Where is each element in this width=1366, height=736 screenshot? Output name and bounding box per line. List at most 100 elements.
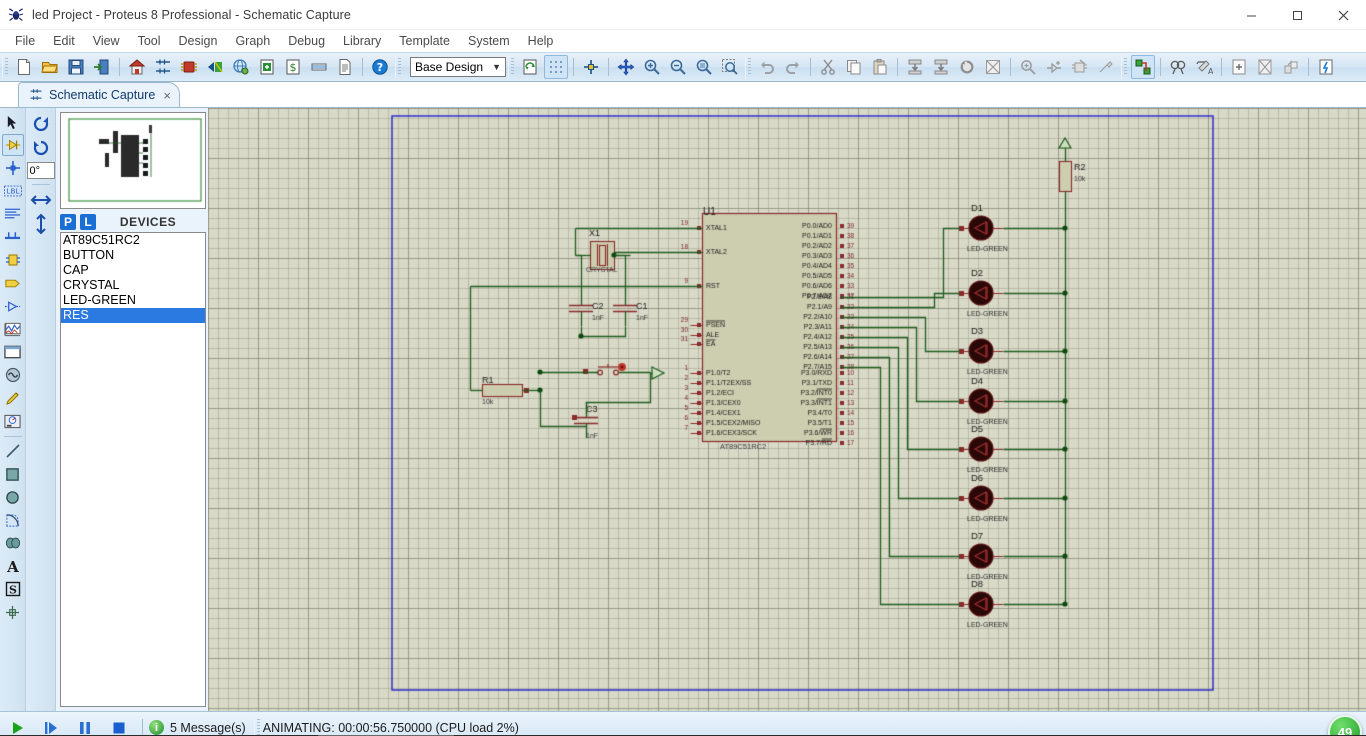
zoom-out-icon[interactable] — [666, 55, 690, 79]
stop-simulation-button[interactable] — [102, 714, 136, 736]
menu-debug[interactable]: Debug — [279, 32, 334, 50]
list-item[interactable]: LED-GREEN — [61, 293, 205, 308]
bom-cost-icon[interactable]: $ — [281, 55, 305, 79]
generator-mode-icon[interactable] — [2, 364, 24, 386]
list-item[interactable]: CAP — [61, 263, 205, 278]
buses-mode-icon[interactable] — [2, 226, 24, 248]
list-item[interactable]: BUTTON — [61, 248, 205, 263]
menu-design[interactable]: Design — [170, 32, 227, 50]
play-simulation-button[interactable] — [0, 714, 34, 736]
toolbar-grip-2[interactable] — [395, 56, 402, 78]
open-project-icon[interactable] — [38, 55, 62, 79]
virtual-instruments-mode-icon[interactable] — [2, 410, 24, 432]
bill-of-materials-icon[interactable] — [1314, 55, 1338, 79]
pick-device-badge[interactable]: P — [60, 214, 76, 230]
exit-sheet-icon[interactable] — [1279, 55, 1303, 79]
text-script-mode-icon[interactable] — [2, 203, 24, 225]
line-tool-icon[interactable] — [2, 440, 24, 462]
arc-tool-icon[interactable] — [2, 509, 24, 531]
circle-tool-icon[interactable] — [2, 486, 24, 508]
menu-view[interactable]: View — [84, 32, 129, 50]
save-project-icon[interactable] — [64, 55, 88, 79]
block-copy-icon[interactable] — [903, 55, 927, 79]
paste-icon[interactable] — [868, 55, 892, 79]
block-move-icon[interactable] — [929, 55, 953, 79]
refresh-icon[interactable] — [518, 55, 542, 79]
import-export-icon[interactable] — [90, 55, 114, 79]
menu-template[interactable]: Template — [390, 32, 459, 50]
schematic-canvas[interactable] — [208, 108, 1366, 711]
zoom-all-icon[interactable] — [692, 55, 716, 79]
device-pins-mode-icon[interactable] — [2, 295, 24, 317]
path-tool-icon[interactable] — [2, 532, 24, 554]
pcb-layout-icon[interactable] — [177, 55, 201, 79]
graph-mode-icon[interactable] — [2, 318, 24, 340]
block-rotate-icon[interactable] — [955, 55, 979, 79]
maximize-button[interactable] — [1274, 0, 1320, 30]
undo-icon[interactable] — [755, 55, 779, 79]
toolbar-grip-3[interactable] — [508, 56, 515, 78]
gerber-viewer-icon[interactable] — [307, 55, 331, 79]
wire-label-mode-icon[interactable]: LBL — [2, 180, 24, 202]
3d-visualizer-icon[interactable] — [203, 55, 227, 79]
cut-icon[interactable] — [816, 55, 840, 79]
notification-badge[interactable]: 49 — [1328, 715, 1362, 736]
junction-dot-mode-icon[interactable] — [2, 157, 24, 179]
grid-toggle-icon[interactable] — [544, 55, 568, 79]
pick-device-icon[interactable] — [1016, 55, 1040, 79]
toolbar-grip-5[interactable] — [1121, 56, 1128, 78]
decompose-icon[interactable] — [1094, 55, 1118, 79]
zoom-area-icon[interactable] — [718, 55, 742, 79]
overview-preview[interactable] — [60, 112, 206, 209]
marker-tool-icon[interactable] — [2, 601, 24, 623]
schematic-drawing[interactable] — [208, 108, 1366, 711]
toolbar-grip[interactable] — [2, 56, 9, 78]
redo-icon[interactable] — [781, 55, 805, 79]
make-device-icon[interactable] — [1042, 55, 1066, 79]
copy-icon[interactable] — [842, 55, 866, 79]
schematic-capture-icon[interactable] — [151, 55, 175, 79]
report-icon[interactable] — [333, 55, 357, 79]
rotate-clockwise-icon[interactable] — [28, 112, 54, 136]
tab-schematic-capture[interactable]: Schematic Capture × — [18, 82, 180, 107]
pause-simulation-button[interactable] — [68, 714, 102, 736]
voltage-probe-mode-icon[interactable] — [2, 387, 24, 409]
box-tool-icon[interactable] — [2, 463, 24, 485]
rotate-anticlockwise-icon[interactable] — [28, 136, 54, 160]
design-explorer-icon[interactable] — [229, 55, 253, 79]
minimize-button[interactable] — [1228, 0, 1274, 30]
text-tool-icon[interactable]: A — [2, 555, 24, 577]
message-count-area[interactable]: i 5 Message(s) — [149, 720, 246, 735]
remove-sheet-icon[interactable] — [1253, 55, 1277, 79]
zoom-in-icon[interactable] — [640, 55, 664, 79]
list-item[interactable]: AT89C51RC2 — [61, 233, 205, 248]
menu-library[interactable]: Library — [334, 32, 390, 50]
design-selector[interactable]: Base Design ▼ — [410, 57, 506, 77]
help-icon[interactable]: ? — [368, 55, 392, 79]
symbol-tool-icon[interactable]: S — [2, 578, 24, 600]
terminals-mode-icon[interactable] — [2, 272, 24, 294]
subcircuit-mode-icon[interactable] — [2, 249, 24, 271]
close-button[interactable] — [1320, 0, 1366, 30]
mirror-vertical-icon[interactable] — [28, 212, 54, 236]
toolbar-grip-4[interactable] — [745, 56, 752, 78]
packaging-tool-icon[interactable] — [1068, 55, 1092, 79]
new-project-icon[interactable] — [12, 55, 36, 79]
devices-list[interactable]: AT89C51RC2 BUTTON CAP CRYSTAL LED-GREEN … — [60, 232, 206, 707]
menu-system[interactable]: System — [459, 32, 519, 50]
menu-file[interactable]: File — [6, 32, 44, 50]
step-simulation-button[interactable] — [34, 714, 68, 736]
menu-help[interactable]: Help — [519, 32, 563, 50]
wire-autorouter-icon[interactable] — [1131, 55, 1155, 79]
component-mode-icon[interactable] — [1, 134, 24, 156]
list-item[interactable]: CRYSTAL — [61, 278, 205, 293]
library-badge[interactable]: L — [80, 214, 96, 230]
tape-recorder-mode-icon[interactable] — [2, 341, 24, 363]
selection-mode-icon[interactable] — [2, 111, 24, 133]
home-icon[interactable] — [125, 55, 149, 79]
property-assignment-icon[interactable]: A — [1192, 55, 1216, 79]
bom-icon[interactable] — [255, 55, 279, 79]
list-item-selected[interactable]: RES — [61, 308, 205, 323]
block-delete-icon[interactable] — [981, 55, 1005, 79]
new-sheet-icon[interactable] — [1227, 55, 1251, 79]
